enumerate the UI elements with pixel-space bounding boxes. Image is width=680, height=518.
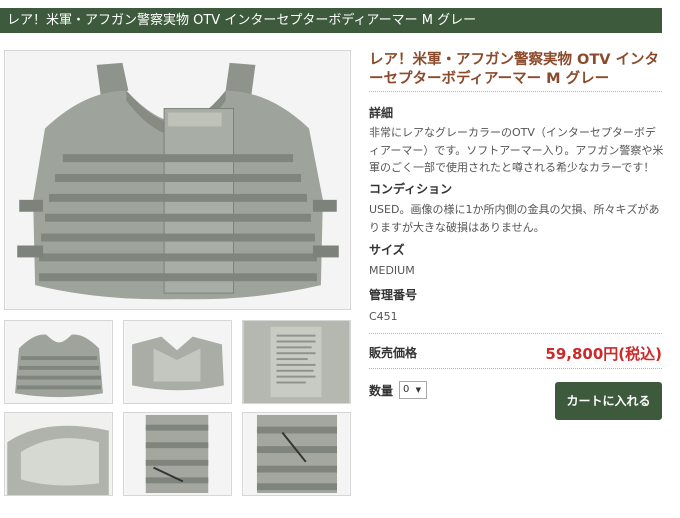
vest-label-thumb-image — [243, 321, 350, 403]
vest-detail-2-thumb-image — [243, 413, 350, 495]
quantity-value: 0 — [403, 384, 410, 395]
product-title: レア！米軍・アフガン警察実物 OTV インターセプターボディアーマー M グレー — [369, 52, 660, 87]
vest-front-thumb-image — [5, 321, 112, 403]
section-text-condition: USED。画像の様に1か所内側の金具の欠損、所々キズがありますが大きな破損はあり… — [369, 203, 660, 234]
vest-open-thumb-image — [124, 321, 231, 403]
thumbnail-vest-front[interactable] — [4, 320, 113, 404]
thumbnail-vest-open[interactable] — [123, 320, 232, 404]
price-divider-top — [369, 333, 662, 334]
price-divider-bottom — [369, 368, 662, 369]
section-heading-condition: コンディション — [369, 182, 453, 196]
section-text-size: MEDIUM — [369, 264, 415, 277]
add-to-cart-button[interactable]: カートに入れる — [555, 382, 662, 420]
main-product-image[interactable] — [4, 50, 351, 310]
thumbnail-vest-inside[interactable] — [4, 412, 113, 496]
price-value: 59,800円(税込) — [545, 345, 662, 363]
section-heading-management-number: 管理番号 — [369, 288, 418, 302]
chevron-down-icon: ▼ — [415, 386, 421, 394]
vest-detail-1-thumb-image — [124, 413, 231, 495]
section-text-management-number: C451 — [369, 310, 398, 323]
page-header-title: レア！米軍・アフガン警察実物 OTV インターセプターボディアーマー M グレー — [7, 13, 477, 28]
section-heading-size: サイズ — [369, 243, 405, 257]
vest-front-image — [5, 51, 350, 309]
thumbnail-vest-detail-1[interactable] — [123, 412, 232, 496]
section-heading-details: 詳細 — [369, 106, 394, 120]
section-text-details: 非常にレアなグレーカラーのOTV（インターセプターボディアーマー）です。ソフトア… — [369, 126, 664, 174]
quantity-label: 数量 — [369, 384, 394, 398]
price-label: 販売価格 — [369, 346, 418, 360]
vest-inside-thumb-image — [5, 413, 112, 495]
thumbnail-vest-detail-2[interactable] — [242, 412, 351, 496]
page-header-bar: レア！米軍・アフガン警察実物 OTV インターセプターボディアーマー M グレー — [0, 8, 662, 33]
thumbnail-vest-label[interactable] — [242, 320, 351, 404]
title-divider — [369, 91, 662, 92]
quantity-select[interactable]: 0 ▼ — [399, 381, 427, 399]
